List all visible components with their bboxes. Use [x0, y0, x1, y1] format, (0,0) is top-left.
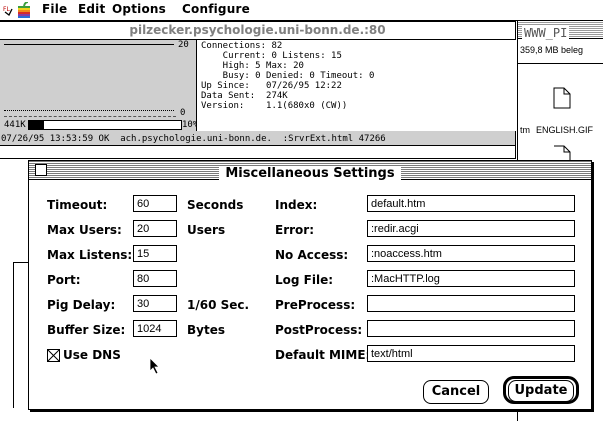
app-icon[interactable]: FL — [3, 3, 13, 16]
svg-text:FL: FL — [3, 6, 10, 13]
max-users-unit: Users — [187, 223, 226, 237]
stat-data-sent: Data Sent: 274K — [201, 91, 288, 101]
index-label: Index: — [275, 198, 318, 212]
stat-busy: Busy: 0 Denied: 0 Timeout: 0 — [201, 71, 375, 81]
max-users-field[interactable]: 20 — [133, 220, 177, 237]
stat-connections: Connections: 82 — [201, 41, 283, 51]
menu-edit[interactable]: Edit — [78, 2, 105, 16]
file-icon[interactable] — [553, 87, 571, 109]
buffer-size-field[interactable]: 1024 — [133, 320, 177, 337]
port-field[interactable]: 80 — [133, 270, 177, 287]
port-label: Port: — [47, 273, 81, 287]
stat-up-since: Up Since: 07/26/95 12:22 — [201, 81, 342, 91]
disk-info: 359,8 MB beleg — [520, 45, 584, 55]
use-dns-label[interactable]: Use DNS — [63, 348, 121, 362]
server-window-title: pilzecker.psychologie.uni-bonn.de.:80 — [129, 23, 386, 37]
folder-window-title-bar[interactable]: WWW_PI — [518, 21, 603, 40]
index-field[interactable]: default.htm — [367, 195, 575, 212]
graph-divider — [4, 116, 176, 117]
stat-current: Current: 0 Listens: 15 — [201, 51, 342, 61]
timeout-unit: Seconds — [187, 198, 244, 212]
pig-delay-label: Pig Delay: — [47, 298, 116, 312]
stats-panel: 20 0 441K 10% Connections: 82 Current: 0… — [0, 40, 516, 146]
stats-box: Connections: 82 Current: 0 Listens: 15 H… — [196, 40, 516, 131]
max-listens-label: Max Listens: — [47, 248, 133, 262]
max-users-label: Max Users: — [47, 223, 122, 237]
postprocess-label: PostProcess: — [275, 323, 363, 337]
pig-delay-unit: 1/60 Sec. — [187, 298, 250, 312]
error-label: Error: — [275, 223, 314, 237]
dialog-title-bar[interactable]: Miscellaneous Settings — [29, 161, 591, 181]
graph-top-value: 20 — [178, 40, 189, 50]
apple-icon[interactable] — [17, 2, 31, 18]
menu-bar: FL File Edit Options Configure — [0, 0, 603, 21]
preprocess-label: PreProcess: — [275, 298, 356, 312]
memory-progress-bar — [28, 120, 182, 130]
no-access-field[interactable]: :noaccess.htm — [367, 245, 575, 262]
memory-label: 441K — [4, 120, 26, 130]
log-line: 07/26/95 13:53:59 OK ach.psychologie.uni… — [1, 134, 386, 144]
update-button[interactable]: Update — [508, 380, 574, 402]
folder-window-title: WWW_PI — [522, 26, 570, 40]
server-window-title-bar[interactable]: pilzecker.psychologie.uni-bonn.de.:80 — [0, 22, 515, 40]
log-file-field[interactable]: :MacHTTP.log — [367, 270, 575, 287]
no-access-label: No Access: — [275, 248, 349, 262]
dialog-title: Miscellaneous Settings — [219, 166, 401, 181]
pig-delay-field[interactable]: 30 — [133, 295, 177, 312]
mouse-pointer-icon — [149, 357, 160, 375]
log-file-label: Log File: — [275, 273, 334, 287]
default-mime-label: Default MIME: — [275, 348, 371, 362]
use-dns-checkbox[interactable] — [47, 349, 60, 362]
menu-file[interactable]: File — [42, 2, 67, 16]
postprocess-field[interactable] — [367, 320, 575, 337]
file-label[interactable]: ENGLISH.GIF — [536, 125, 593, 135]
update-button-ring: Update — [503, 376, 579, 404]
error-field[interactable]: :redir.acgi — [367, 220, 575, 237]
default-mime-field[interactable]: text/html — [367, 345, 575, 362]
misc-settings-dialog: Miscellaneous Settings Timeout: 60 Secon… — [28, 160, 592, 410]
buffer-size-unit: Bytes — [187, 323, 225, 337]
buffer-size-label: Buffer Size: — [47, 323, 126, 337]
graph-baseline — [4, 110, 174, 111]
preprocess-field[interactable] — [367, 295, 575, 312]
checkbox-x-icon — [48, 350, 59, 361]
menu-options[interactable]: Options — [112, 2, 166, 16]
stat-version: Version: 1.1(680x0 (CW)) — [201, 101, 348, 111]
file-icon-2[interactable] — [553, 145, 571, 161]
timeout-field[interactable]: 60 — [133, 195, 177, 212]
timeout-label: Timeout: — [47, 198, 108, 212]
server-status-window: pilzecker.psychologie.uni-bonn.de.:80 20… — [0, 21, 516, 159]
graph-top-line — [4, 44, 174, 45]
memory-progress-fill — [29, 121, 45, 129]
max-listens-field[interactable]: 15 — [133, 245, 177, 262]
background-line-v — [13, 262, 14, 408]
menu-configure[interactable]: Configure — [182, 2, 250, 16]
graph-zero-value: 0 — [180, 108, 186, 118]
background-line — [13, 262, 28, 263]
cancel-button[interactable]: Cancel — [423, 380, 489, 404]
stat-high: High: 5 Max: 20 — [201, 61, 304, 71]
file-label-prefix: tm — [520, 125, 530, 135]
folder-info-bar: 359,8 MB beleg — [518, 39, 603, 64]
